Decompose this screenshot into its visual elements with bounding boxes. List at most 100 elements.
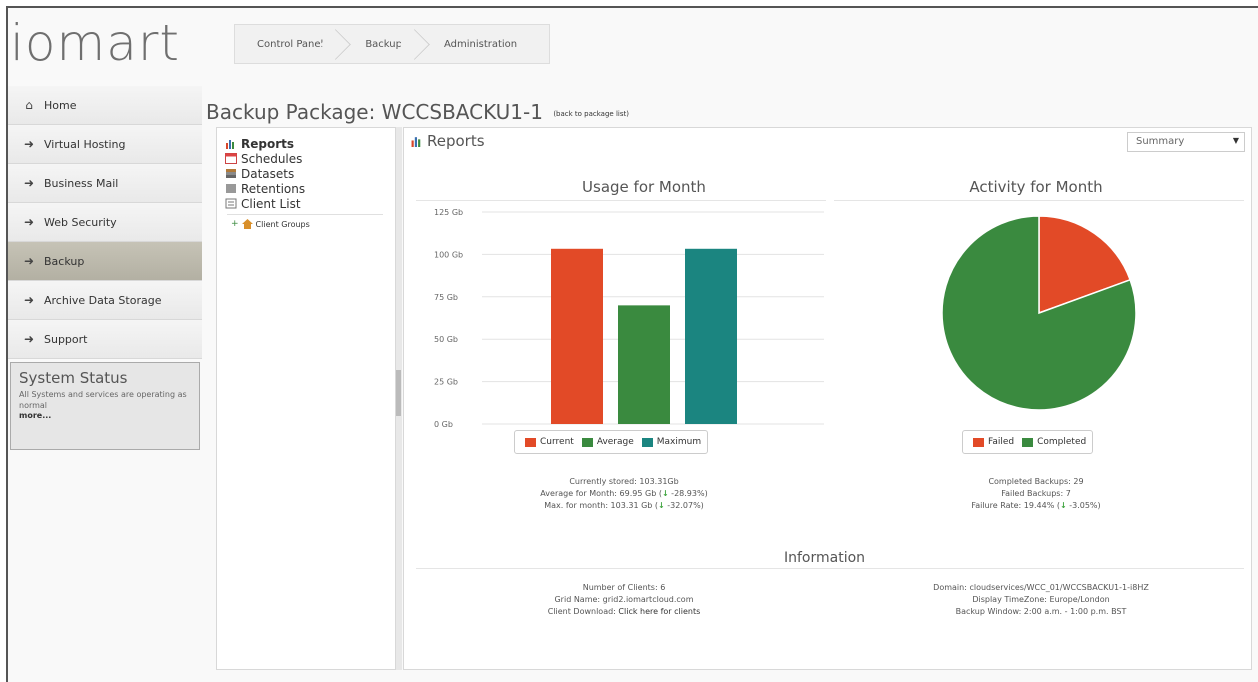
legend-label-maximum[interactable]: Maximum bbox=[657, 437, 701, 447]
arrow-down-icon: ↓ bbox=[1059, 501, 1067, 510]
activity-legend: Failed Completed bbox=[962, 430, 1094, 454]
usage-average: Average for Month: 69.95 Gb ( bbox=[540, 489, 662, 498]
y-tick-label: 50 Gb bbox=[434, 335, 458, 344]
arrow-right-icon: ➜ bbox=[23, 176, 35, 190]
bar-maximum bbox=[685, 248, 737, 424]
breadcrumb-backup[interactable]: Backup bbox=[343, 25, 422, 63]
tree-item-schedules[interactable]: Schedules bbox=[217, 151, 395, 166]
information-left: Number of Clients: 6 Grid Name: grid2.io… bbox=[464, 582, 784, 618]
sidebar-item-label: Web Security bbox=[44, 215, 117, 229]
system-status-more-link[interactable]: more... bbox=[19, 411, 191, 420]
activity-title-rule bbox=[834, 200, 1244, 201]
arrow-right-icon: ➜ bbox=[23, 332, 35, 346]
legend-label-failed[interactable]: Failed bbox=[988, 437, 1014, 447]
arrow-right-icon: ➜ bbox=[23, 293, 35, 307]
reports-panel: Reports Summary ▼ Usage for Month 0 Gb 25… bbox=[403, 127, 1252, 670]
activity-rate: Failure Rate: 19.44% ( bbox=[971, 501, 1060, 510]
breadcrumb: Control Panel Backup Administration bbox=[234, 24, 550, 64]
tree-item-client-list[interactable]: Client List bbox=[217, 196, 395, 211]
activity-failed: Failed Backups: 7 bbox=[1001, 489, 1071, 498]
bar-current bbox=[551, 248, 603, 424]
retention-icon bbox=[226, 184, 236, 193]
page-title-text: Backup Package: WCCSBACKU1-1 bbox=[206, 100, 543, 124]
y-tick-label: 100 Gb bbox=[434, 250, 463, 259]
expand-icon[interactable]: + bbox=[231, 219, 239, 229]
information-rule bbox=[416, 568, 1244, 569]
info-grid-name: Grid Name: grid2.iomartcloud.com bbox=[554, 595, 694, 604]
tree-divider bbox=[227, 214, 383, 215]
legend-label-completed[interactable]: Completed bbox=[1037, 437, 1086, 447]
tree-item-label: Retentions bbox=[241, 181, 306, 196]
report-view-select[interactable]: Summary ▼ bbox=[1127, 132, 1245, 152]
bar-average bbox=[618, 305, 670, 424]
info-timezone: Display TimeZone: Europe/London bbox=[972, 595, 1110, 604]
client-download-link[interactable]: Click here for clients bbox=[618, 607, 700, 616]
y-tick-label: 125 Gb bbox=[434, 208, 463, 217]
legend-swatch-current bbox=[525, 437, 536, 447]
activity-rate-line: Failure Rate: 19.44% (↓ -3.05%) bbox=[876, 500, 1196, 512]
navigation-tree: Reports Schedules Datasets Retentions Cl… bbox=[216, 127, 396, 670]
sidebar-item-business-mail[interactable]: ➜ Business Mail bbox=[8, 164, 202, 203]
y-tick-label: 25 Gb bbox=[434, 378, 458, 387]
legend-swatch-failed bbox=[973, 437, 984, 447]
tree-item-label: Datasets bbox=[241, 166, 295, 181]
sidebar-item-label: Home bbox=[44, 98, 77, 112]
activity-stats: Completed Backups: 29 Failed Backups: 7 … bbox=[876, 476, 1196, 512]
activity-pie-chart bbox=[941, 215, 1137, 411]
system-status-text: All Systems and services are operating a… bbox=[19, 390, 187, 410]
sidebar-item-label: Virtual Hosting bbox=[44, 137, 126, 151]
calendar-icon bbox=[225, 153, 237, 164]
legend-swatch-maximum bbox=[641, 437, 653, 447]
tree-item-client-groups[interactable]: + Client Groups bbox=[217, 219, 395, 229]
house-icon bbox=[241, 219, 253, 229]
chevron-down-icon: ▼ bbox=[1232, 136, 1239, 145]
tree-item-datasets[interactable]: Datasets bbox=[217, 166, 395, 181]
y-tick-label: 0 Gb bbox=[434, 420, 453, 429]
tree-item-label: Reports bbox=[241, 136, 295, 151]
sidebar-item-web-security[interactable]: ➜ Web Security bbox=[8, 203, 202, 242]
legend-label-current[interactable]: Current bbox=[540, 437, 574, 447]
sidebar: ⌂ Home ➜ Virtual Hosting ➜ Business Mail… bbox=[8, 86, 202, 450]
tree-item-retentions[interactable]: Retentions bbox=[217, 181, 395, 196]
system-status-box: System Status All Systems and services a… bbox=[10, 362, 200, 450]
page-title: Backup Package: WCCSBACKU1-1 (back to pa… bbox=[206, 100, 629, 124]
bar-chart-icon bbox=[226, 140, 234, 149]
usage-max-line: Max. for month: 103.31 Gb (↓ -32.07%) bbox=[464, 500, 784, 512]
sidebar-item-label: Business Mail bbox=[44, 176, 119, 190]
tree-item-label: Schedules bbox=[241, 151, 303, 166]
sidebar-item-virtual-hosting[interactable]: ➜ Virtual Hosting bbox=[8, 125, 202, 164]
usage-bar-chart: 0 Gb 25 Gb 50 Gb 75 Gb 100 Gb 125 Gb bbox=[434, 208, 824, 429]
arrow-right-icon: ➜ bbox=[23, 137, 35, 151]
usage-legend: Current Average Maximum bbox=[514, 430, 709, 454]
system-status-title: System Status bbox=[19, 369, 128, 387]
splitter-handle[interactable] bbox=[396, 370, 401, 416]
back-to-package-list-link[interactable]: (back to package list) bbox=[553, 110, 629, 118]
sidebar-item-archive-data-storage[interactable]: ➜ Archive Data Storage bbox=[8, 281, 202, 320]
bar-chart-icon bbox=[411, 137, 421, 147]
information-right: Domain: cloudservices/WCC_01/WCCSBACKU1-… bbox=[856, 582, 1226, 618]
breadcrumb-control-panel[interactable]: Control Panel bbox=[235, 25, 343, 63]
usage-average-line: Average for Month: 69.95 Gb (↓ -28.93%) bbox=[464, 488, 784, 500]
info-domain: Domain: cloudservices/WCC_01/WCCSBACKU1-… bbox=[933, 583, 1149, 592]
database-icon bbox=[226, 169, 236, 178]
legend-label-average[interactable]: Average bbox=[597, 437, 634, 447]
info-number-of-clients: Number of Clients: 6 bbox=[582, 583, 666, 592]
iomart-logo[interactable]: iomart bbox=[10, 14, 180, 72]
sidebar-item-backup[interactable]: ➜ Backup bbox=[8, 242, 202, 281]
arrow-down-icon: ↓ bbox=[658, 501, 665, 510]
y-tick-label: 75 Gb bbox=[434, 293, 458, 302]
sidebar-item-label: Archive Data Storage bbox=[44, 293, 162, 307]
sidebar-item-support[interactable]: ➜ Support bbox=[8, 320, 202, 359]
tree-item-reports[interactable]: Reports bbox=[217, 136, 395, 151]
reports-title-text: Reports bbox=[427, 132, 485, 150]
tree-item-label: Client List bbox=[241, 196, 301, 211]
info-client-download: Client Download: Click here for clients bbox=[464, 606, 784, 618]
activity-completed: Completed Backups: 29 bbox=[988, 477, 1084, 486]
home-icon: ⌂ bbox=[25, 98, 33, 112]
breadcrumb-administration[interactable]: Administration bbox=[422, 25, 537, 63]
info-client-download-label: Client Download: bbox=[547, 607, 619, 616]
usage-chart-title: Usage for Month bbox=[582, 178, 706, 196]
sidebar-item-home[interactable]: ⌂ Home bbox=[8, 86, 202, 125]
sidebar-item-label: Backup bbox=[44, 254, 85, 268]
list-icon bbox=[225, 198, 237, 209]
